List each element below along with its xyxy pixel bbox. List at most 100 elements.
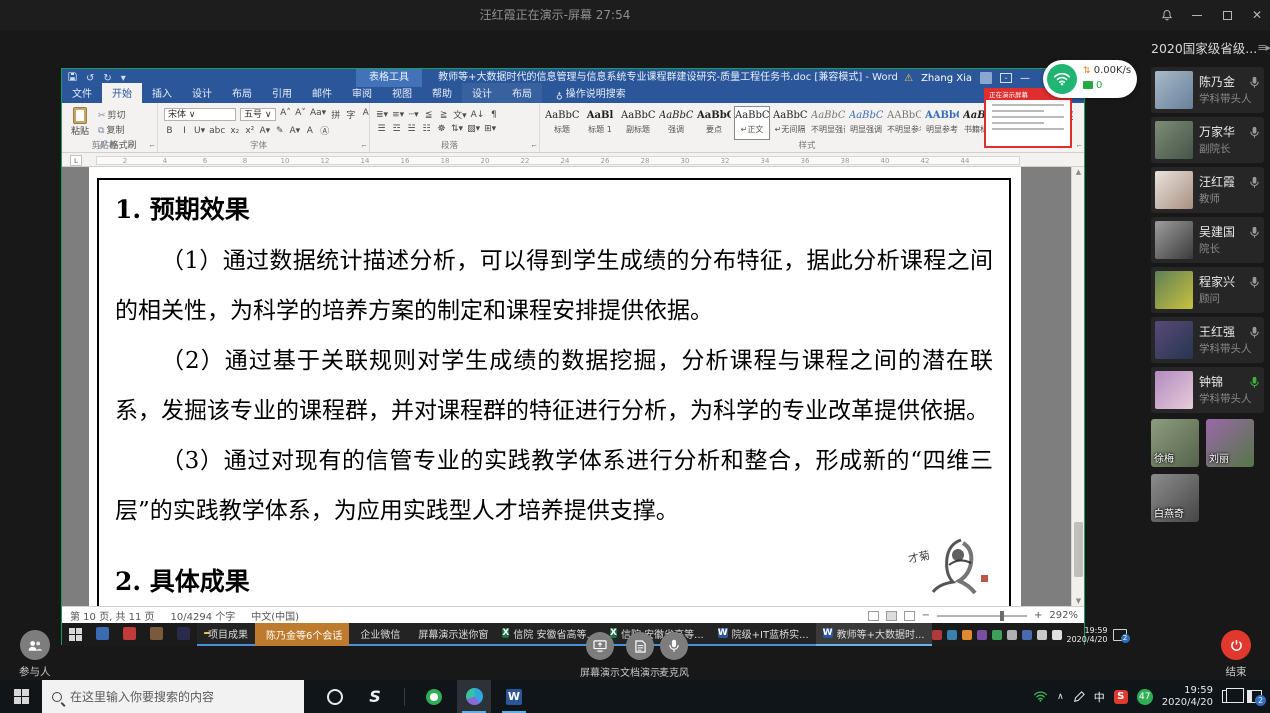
zoom-slider[interactable] [937,615,1027,617]
cortana-button[interactable] [318,680,352,713]
taskbar-item[interactable] [89,623,116,646]
account-avatar[interactable] [980,72,992,84]
participant-card[interactable]: 陈乃金 学科带头人 [1151,67,1264,113]
taskbar-item[interactable] [170,623,197,646]
scroll-up-icon[interactable]: ▲ [1072,168,1084,176]
document-canvas[interactable]: 1. 预期效果 （1）通过数据统计描述分析，可以得到学生成绩的分布特征，据此分析… [62,167,1084,606]
redo-icon[interactable]: ↻ [103,73,111,84]
language-indicator[interactable]: 中文(中国) [251,608,299,623]
taskbar-clock[interactable]: 19:59 2020/4/20 [1162,685,1213,709]
enclose-icon[interactable]: Ⓐ [319,124,330,137]
participant-card[interactable]: 钟锦 学科带头人 [1151,367,1264,413]
align-right-icon[interactable]: ☱ [406,124,417,134]
word-app-button[interactable]: W [497,680,531,713]
pen-icon[interactable] [1073,691,1085,703]
taskbar-item[interactable]: W 教师等+大数据时... [816,623,932,646]
participants-button[interactable]: 参与人 [19,630,51,679]
word-minimize-button[interactable]: — [1020,73,1030,84]
grow-font-icon[interactable]: A˄ [280,108,291,121]
ribbon-tab[interactable]: 文件 [62,83,102,103]
tray-icon[interactable] [947,630,957,640]
ribbon-tab[interactable]: 审阅 [342,83,382,103]
ribbon-tab[interactable]: 视图 [382,83,422,103]
ribbon-tab[interactable]: 引用 [262,83,302,103]
bullets-icon[interactable]: ≣▾ [376,110,388,120]
green-app-button[interactable] [417,680,451,713]
justify-icon[interactable]: ☷ [421,124,432,134]
mic-icon[interactable] [1250,224,1259,243]
web-layout-icon[interactable] [904,611,915,621]
taskbar-item[interactable] [143,623,170,646]
style-gallery-item[interactable]: AaBbCcDc ↵正文 [734,106,770,140]
style-gallery-item[interactable]: AaBbC 标题 [544,106,580,140]
taskbar-item[interactable] [62,623,89,646]
sogou-icon[interactable]: S [1114,690,1128,704]
align-center-icon[interactable]: ☲ [391,124,402,134]
font-dialog-launcher[interactable]: ⌐ [361,142,367,150]
decrease-indent-icon[interactable]: ≦ [423,110,434,120]
remote-action-center-icon[interactable]: 2 [1113,629,1127,641]
zoom-level[interactable]: 292% [1049,610,1078,621]
print-layout-icon[interactable] [886,611,897,621]
participant-card[interactable]: 王红强 学科带头人 [1151,317,1264,363]
project-displays-icon[interactable] [1222,690,1238,703]
video-thumbnail[interactable]: 刘丽 [1206,419,1254,467]
line-spacing-icon[interactable]: ⇅▾ [451,124,463,134]
zoom-out-button[interactable]: − [922,610,930,621]
security-score-badge[interactable]: 47 [1137,689,1153,705]
ribbon-tab[interactable]: 设计 [182,83,222,103]
asian-layout-icon[interactable]: 文▾ [453,108,467,121]
minimize-button[interactable] [1190,8,1204,22]
shading-icon[interactable]: ▨▾ [467,124,480,134]
style-gallery-item[interactable]: AaBbCcD 强调 [658,106,694,140]
ribbon-tab[interactable]: 开始 [102,83,142,103]
distribute-icon[interactable]: ☸ [436,124,447,134]
maximize-button[interactable] [1220,8,1234,22]
tray-icon[interactable] [932,630,942,640]
tray-icon[interactable] [1037,630,1047,640]
phonetic-guide-icon[interactable]: 拼 [330,108,341,121]
taskbar-item[interactable]: 企业微信 [349,623,407,646]
document-page[interactable]: 1. 预期效果 （1）通过数据统计描述分析，可以得到学生成绩的分布特征，据此分析… [89,167,1021,606]
close-button[interactable]: ✕ [1250,8,1264,22]
bold-icon[interactable]: B [164,126,175,136]
ime-indicator[interactable]: 中 [1094,689,1105,705]
word-count[interactable]: 10/4294 个字 [171,608,236,623]
tray-icon[interactable] [1007,630,1017,640]
s-app-button[interactable]: S [358,680,392,713]
style-gallery-item[interactable]: AaBbC 副标题 [620,106,656,140]
microphone-button[interactable]: 麦克风 [659,632,689,679]
font-color-icon[interactable]: A▾ [289,126,300,136]
scrollbar-thumb[interactable] [1074,522,1083,577]
increase-indent-icon[interactable]: ≧ [438,110,449,120]
sort-icon[interactable]: A↓ [471,110,485,120]
ribbon-display-options-icon[interactable]: ⌄ [1000,73,1012,83]
borders-icon[interactable]: ⊞▾ [484,124,496,134]
align-left-icon[interactable]: ☰ [376,124,387,134]
change-case-icon[interactable]: Aa▾ [310,108,326,121]
paragraph-dialog-launcher[interactable]: ⌐ [531,142,537,150]
participant-card[interactable]: 万家华 副院长 [1151,117,1264,163]
video-thumbnail[interactable]: 白燕奇 [1151,474,1199,522]
highlight-icon[interactable]: ✎ [274,126,285,136]
show-marks-icon[interactable]: ¶ [488,110,499,120]
account-name[interactable]: Zhang Xia [921,73,972,84]
screen-share-button[interactable]: 屏幕演示 [580,632,620,679]
mic-icon[interactable] [1250,74,1259,93]
tray-wifi-icon[interactable] [1033,691,1048,702]
collapse-sidebar-icon[interactable]: ≡▸ [1257,41,1270,54]
style-gallery-item[interactable]: AaBbCcD 明显强调 [848,106,884,140]
ribbon-tab[interactable]: 帮助 [422,83,462,103]
ribbon-tab[interactable]: 插入 [142,83,182,103]
shrink-font-icon[interactable]: A˅ [295,108,306,121]
text-effects-icon[interactable]: A▾ [259,126,270,136]
context-ribbon-tab[interactable]: 设计 [462,83,502,103]
mic-icon[interactable] [1250,124,1259,143]
page-indicator[interactable]: 第 10 页, 共 11 页 [70,608,155,623]
taskbar-item[interactable]: W 院级+IT蓝桥实... [711,623,816,646]
taskbar-item[interactable]: 屏幕演示迷你窗 [407,623,495,646]
style-gallery-item[interactable]: AaBl 标题 1 [582,106,618,140]
participant-card[interactable]: 吴建国 院长 [1151,217,1264,263]
tell-me-search[interactable]: ♀ 操作说明搜索 [556,85,626,103]
qat-customize-icon[interactable]: ▾ [121,73,126,84]
